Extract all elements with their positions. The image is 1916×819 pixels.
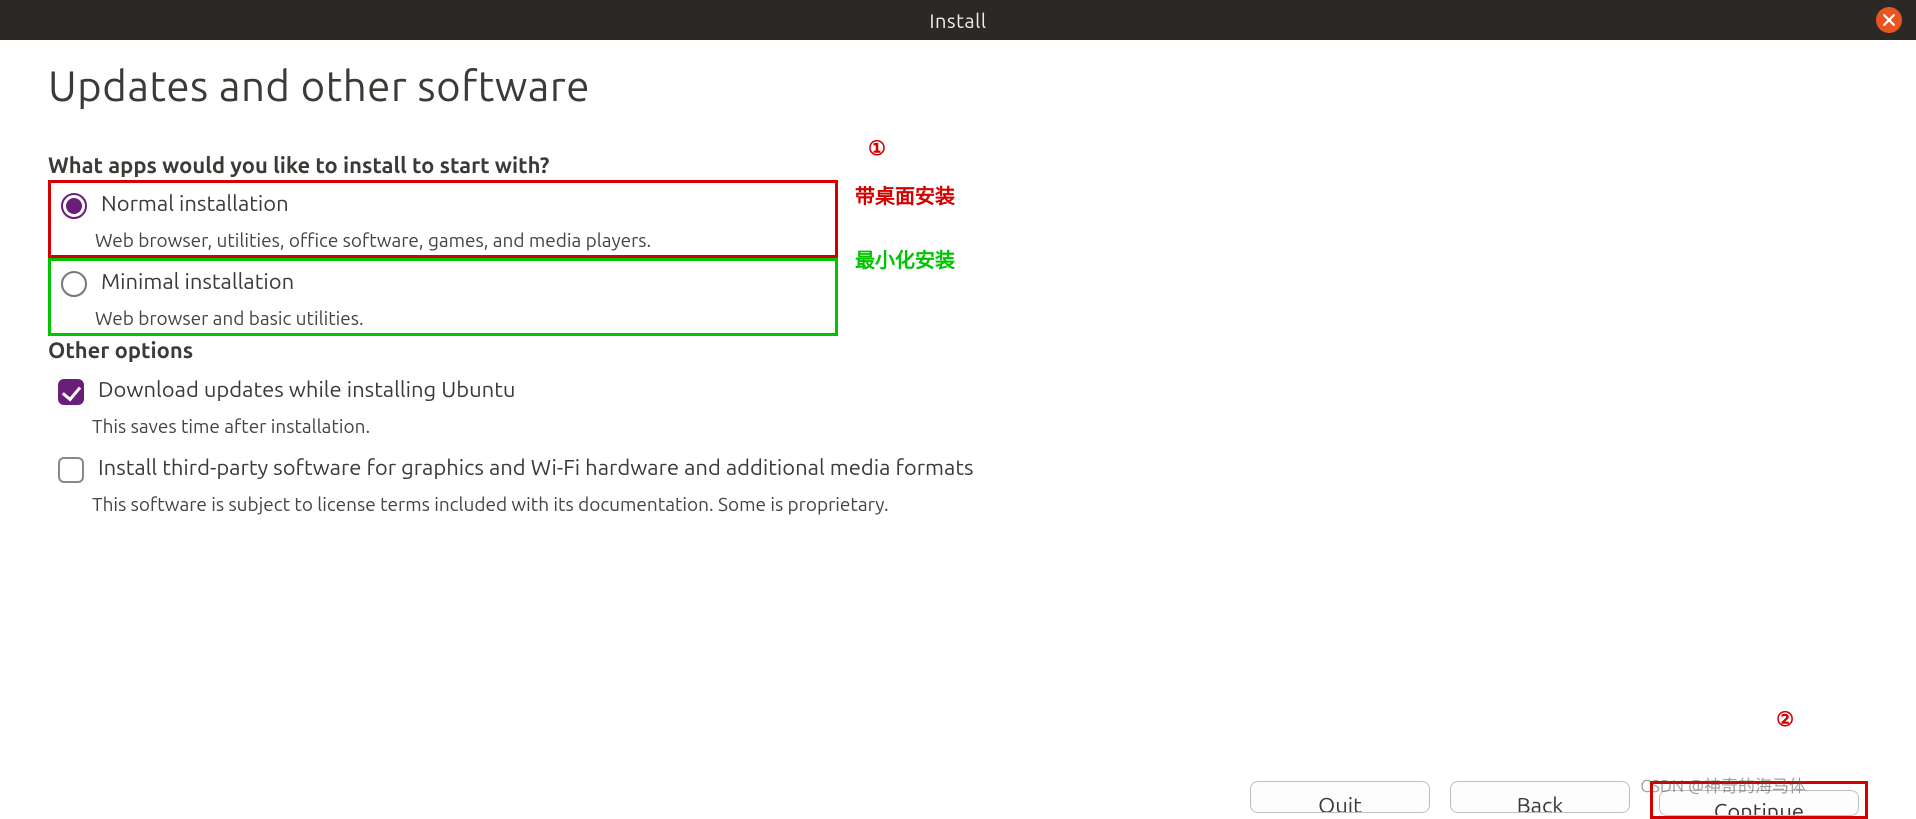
- close-icon: [1883, 14, 1895, 26]
- footer-buttons: Quit Back Continue: [1250, 781, 1868, 819]
- continue-highlight: Continue: [1650, 781, 1868, 819]
- window-title: Install: [929, 9, 986, 32]
- continue-button[interactable]: Continue: [1659, 790, 1859, 816]
- download-updates-option[interactable]: Download updates while installing Ubuntu…: [48, 369, 1868, 441]
- third-party-desc: This software is subject to license term…: [92, 493, 1864, 515]
- other-options-heading: Other options: [48, 338, 1868, 363]
- window-titlebar: Install: [0, 0, 1916, 40]
- page-title: Updates and other software: [48, 62, 1868, 109]
- download-updates-desc: This saves time after installation.: [92, 415, 1864, 437]
- minimal-install-radio[interactable]: [61, 271, 87, 297]
- back-button[interactable]: Back: [1450, 781, 1630, 813]
- normal-install-option[interactable]: Normal installation Web browser, utiliti…: [48, 180, 838, 258]
- third-party-checkbox[interactable]: [58, 457, 84, 483]
- download-updates-checkbox[interactable]: [58, 379, 84, 405]
- content-area: Updates and other software What apps wou…: [0, 40, 1916, 519]
- annotation-normal-note: 带桌面安装: [855, 180, 955, 209]
- annotation-num1: ①: [868, 136, 886, 160]
- install-type-question: What apps would you like to install to s…: [48, 153, 1868, 178]
- normal-install-label: Normal installation: [101, 191, 289, 216]
- quit-button[interactable]: Quit: [1250, 781, 1430, 813]
- download-updates-label: Download updates while installing Ubuntu: [98, 377, 515, 402]
- minimal-install-option[interactable]: Minimal installation Web browser and bas…: [48, 258, 838, 336]
- annotation-minimal-note: 最小化安装: [855, 244, 955, 273]
- third-party-option[interactable]: Install third-party software for graphic…: [48, 447, 1868, 519]
- minimal-install-label: Minimal installation: [101, 269, 294, 294]
- close-button[interactable]: [1876, 7, 1902, 33]
- third-party-label: Install third-party software for graphic…: [98, 455, 974, 480]
- minimal-install-desc: Web browser and basic utilities.: [95, 307, 831, 329]
- normal-install-desc: Web browser, utilities, office software,…: [95, 229, 831, 251]
- annotation-num2: ②: [1776, 707, 1794, 731]
- normal-install-radio[interactable]: [61, 193, 87, 219]
